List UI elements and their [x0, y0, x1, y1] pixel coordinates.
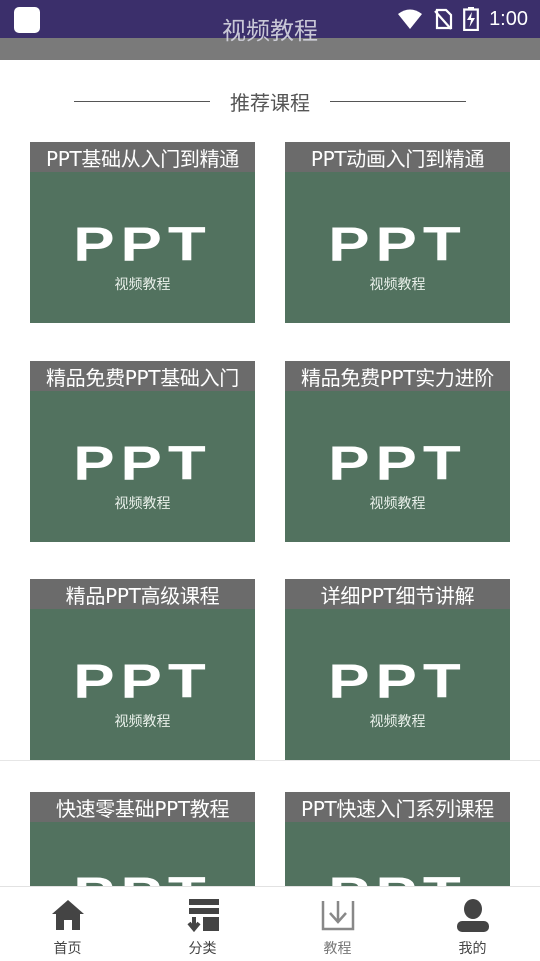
course-card[interactable]: 精品免费PPT实力进阶 PPT 视频教程: [285, 361, 510, 542]
section-title: 推荐课程: [230, 90, 310, 115]
course-title: 详细PPT细节讲解: [320, 583, 475, 608]
course-title: 精品PPT高级课程: [65, 583, 220, 608]
course-title: 精品免费PPT实力进阶: [300, 365, 495, 390]
nav-item-tutorial[interactable]: 教程: [270, 887, 405, 961]
divider-line: [0, 760, 540, 761]
course-card[interactable]: 精品免费PPT基础入门 PPT 视频教程: [30, 361, 255, 542]
nav-label-category: 分类: [188, 941, 217, 957]
section-line-right: [330, 100, 466, 102]
course-title-bar: 精品PPT高级课程: [30, 579, 255, 609]
category-icon: [183, 895, 223, 935]
course-title-bar: 详细PPT细节讲解: [285, 579, 510, 609]
nav-label-mine: 我的: [458, 941, 487, 957]
course-title: PPT基础从入门到精通: [45, 146, 240, 171]
course-title-bar: 快速零基础PPT教程: [30, 792, 255, 822]
course-title-bar: PPT动画入门到精通: [285, 142, 510, 172]
course-title-bar: PPT快速入门系列课程: [285, 792, 510, 822]
course-logo: PPT: [328, 217, 467, 272]
course-title: 快速零基础PPT教程: [55, 796, 230, 821]
section-line-left: [74, 100, 210, 102]
course-subtitle: 视频教程: [369, 496, 426, 512]
course-logo: PPT: [73, 217, 212, 272]
home-icon: [48, 895, 88, 935]
nav-item-category[interactable]: 分类: [135, 887, 270, 961]
course-logo: PPT: [73, 654, 212, 709]
course-subtitle: 视频教程: [369, 277, 426, 293]
course-logo: PPT: [73, 436, 212, 491]
course-title-bar: PPT基础从入门到精通: [30, 142, 255, 172]
nav-label-home: 首页: [53, 941, 82, 957]
course-title: 精品免费PPT基础入门: [45, 365, 240, 390]
course-subtitle: 视频教程: [114, 714, 171, 730]
course-logo: PPT: [328, 436, 467, 491]
course-subtitle: 视频教程: [114, 496, 171, 512]
nav-label-tutorial: 教程: [323, 941, 352, 957]
course-card[interactable]: PPT动画入门到精通 PPT 视频教程: [285, 142, 510, 323]
user-icon: [453, 895, 493, 935]
section-header: 推荐课程: [74, 86, 466, 116]
course-title: PPT动画入门到精通: [310, 146, 485, 171]
course-title: PPT快速入门系列课程: [300, 796, 495, 821]
course-subtitle: 视频教程: [114, 277, 171, 293]
page-title: 视频教程: [222, 17, 318, 45]
course-logo: PPT: [328, 654, 467, 709]
nav-item-home[interactable]: 首页: [0, 887, 135, 961]
course-subtitle: 视频教程: [369, 714, 426, 730]
course-card[interactable]: 详细PPT细节讲解 PPT 视频教程: [285, 579, 510, 760]
course-title-bar: 精品免费PPT基础入门: [30, 361, 255, 391]
course-card[interactable]: 精品PPT高级课程 PPT 视频教程: [30, 579, 255, 760]
bottom-nav: 首页 分类 教程 我的: [0, 886, 540, 961]
course-title-bar: 精品免费PPT实力进阶: [285, 361, 510, 391]
download-arrow-icon: [318, 895, 358, 935]
course-card[interactable]: PPT基础从入门到精通 PPT 视频教程: [30, 142, 255, 323]
nav-item-mine[interactable]: 我的: [405, 887, 540, 961]
